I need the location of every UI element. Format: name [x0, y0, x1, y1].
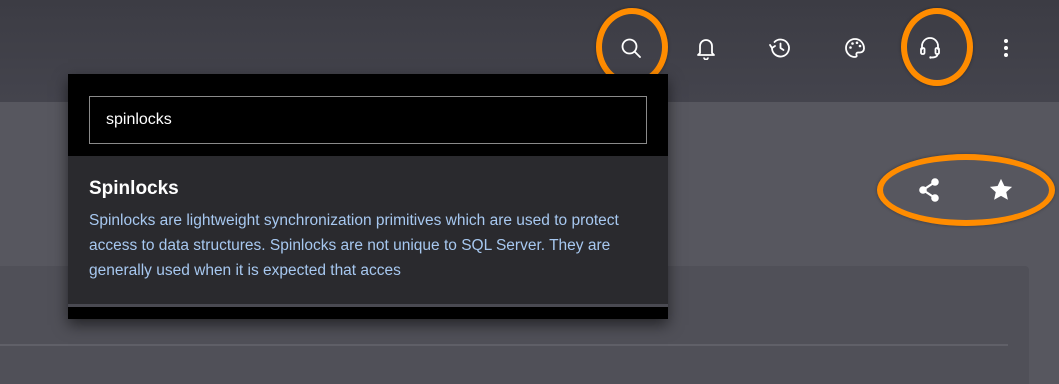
search-result-title: Spinlocks: [89, 178, 179, 199]
palette-icon: [845, 38, 865, 58]
search-result-snippet: Spinlocks are lightweight synchronizatio…: [89, 212, 619, 279]
search-button[interactable]: [611, 28, 651, 68]
support-button[interactable]: [910, 28, 950, 68]
theme-button[interactable]: [835, 28, 875, 68]
popup-footer: [68, 307, 668, 319]
search-header: [68, 74, 668, 156]
search-input[interactable]: [89, 96, 647, 144]
share-icon: [919, 178, 939, 202]
panel-divider: [0, 344, 1008, 346]
share-button[interactable]: [911, 172, 947, 208]
more-options-button[interactable]: [986, 28, 1026, 68]
headset-icon: [920, 37, 940, 59]
more-vertical-icon: [1004, 39, 1008, 57]
bell-icon: [697, 39, 715, 60]
history-button[interactable]: [760, 28, 800, 68]
favorite-button[interactable]: [983, 172, 1019, 208]
search-icon: [621, 38, 641, 58]
search-result-item[interactable]: Spinlocks Spinlocks are lightweight sync…: [68, 156, 668, 306]
star-icon: [989, 178, 1013, 200]
notifications-button[interactable]: [686, 28, 726, 68]
search-popup: Spinlocks Spinlocks are lightweight sync…: [68, 74, 668, 319]
history-icon: [769, 38, 790, 58]
